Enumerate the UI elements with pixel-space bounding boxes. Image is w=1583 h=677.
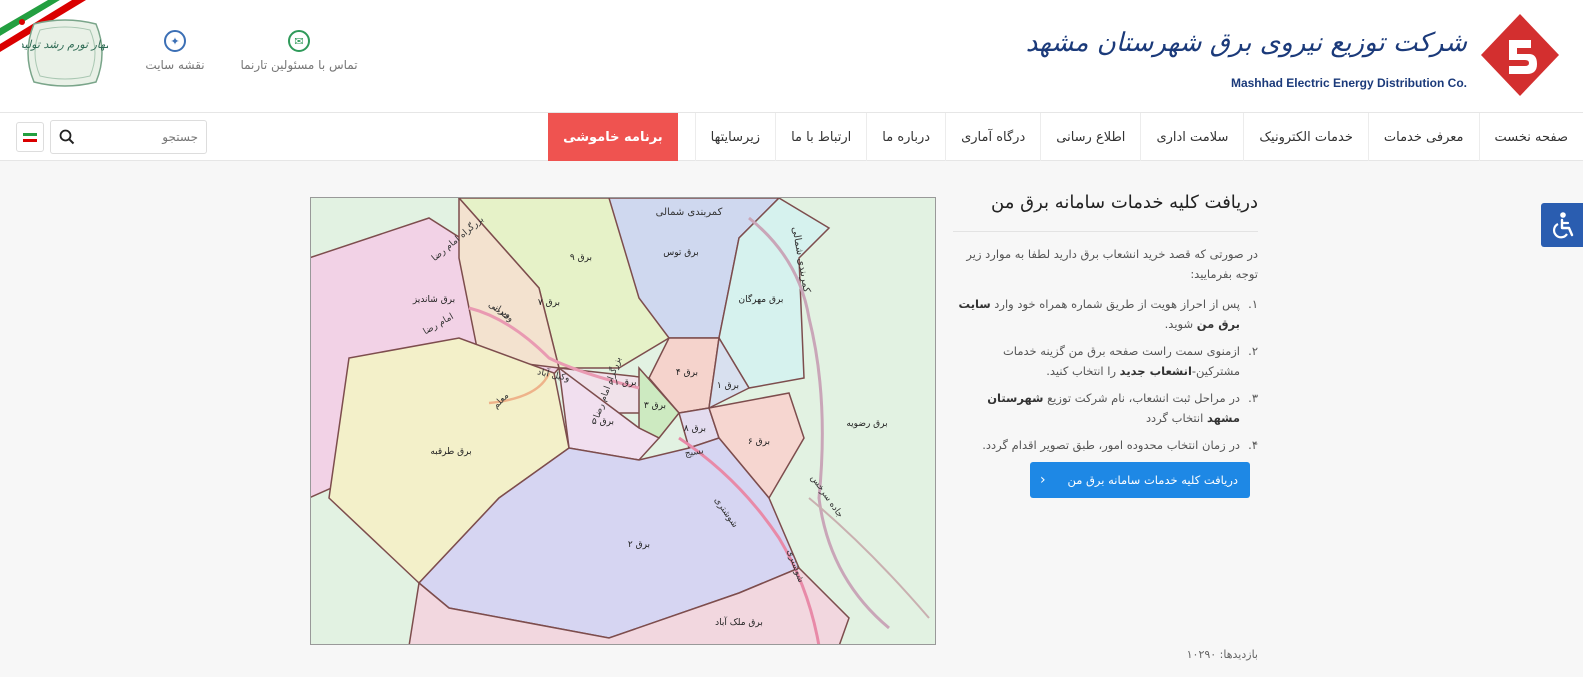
main-nav: صفحه نخست معرفی خدمات خدمات الکترونیک سل… <box>0 113 1583 161</box>
step-item: ۲. ازمنوی سمت راست صفحه برق من گزینه خدما… <box>1002 344 1258 378</box>
my-power-services-button[interactable]: دریافت کلیه خدمات سامانه برق من ‹ <box>1030 462 1250 498</box>
outage-schedule-button[interactable]: برنامه خاموشی <box>548 113 678 161</box>
service-area-map: برق توس برق ۹ برق ۷ برق شاندیز برق مهرگا… <box>310 197 936 645</box>
emblem-text: مهار تورم رشد تولید <box>22 38 108 51</box>
nav-subsites[interactable]: زیرسایتها <box>694 113 775 161</box>
company-name-fa: شرکت توزیع نیروی برق شهرستان مشهد <box>1025 28 1467 58</box>
label-region-6: برق ۶ <box>748 437 770 447</box>
step-item: ۴. در زمان انتخاب محدوده امور، طبق تصویر … <box>982 438 1258 452</box>
search-icon[interactable] <box>57 127 77 147</box>
label-region-torghabeh: برق طرقبه <box>430 447 471 457</box>
cta-label: دریافت کلیه خدمات سامانه برق من <box>1067 473 1238 487</box>
sitemap-label: نقشه سایت <box>145 58 205 72</box>
label-region-9: برق ۹ <box>570 253 592 263</box>
contact-link[interactable]: ✉ تماس با مسئولین تارنما <box>240 30 358 72</box>
label-region-5: برق ۵ <box>592 417 614 427</box>
label-region-7: برق ۷ <box>538 298 560 308</box>
chevron-left-icon: ‹ <box>1040 472 1046 488</box>
nav-admin-health[interactable]: سلامت اداری <box>1140 113 1243 161</box>
label-region-toos: برق توس <box>663 248 698 258</box>
article-title: دریافت کلیه خدمات سامانه برق من <box>953 190 1258 232</box>
accessibility-button[interactable] <box>1541 203 1583 247</box>
nav-about[interactable]: درباره ما <box>866 113 945 161</box>
label-region-mehregan: برق مهرگان <box>739 293 784 305</box>
article-intro: در صورتی که قصد خرید انشعاب برق دارید لط… <box>966 247 1258 281</box>
nav-services-intro[interactable]: معرفی خدمات <box>1367 113 1479 161</box>
step-item: ۱. پس از احراز هویت از طریق شماره همراه خ… <box>958 297 1258 331</box>
label-region-razavieh: برق رضویه <box>846 419 887 429</box>
nav-items: صفحه نخست معرفی خدمات خدمات الکترونیک سل… <box>548 113 1583 161</box>
steps-list: ۱. پس از احراز هویت از طریق شماره همراه خ… <box>953 294 1258 455</box>
nav-news[interactable]: اطلاع رسانی <box>1040 113 1140 161</box>
step-item: ۳. در مراحل ثبت انشعاب، نام شرکت توزیع شه… <box>987 391 1258 425</box>
search-box <box>50 120 207 154</box>
label-region-8: برق ۸ <box>684 424 706 434</box>
article: دریافت کلیه خدمات سامانه برق من در صورتی… <box>953 190 1258 498</box>
campaign-emblem: مهار تورم رشد تولید <box>19 18 111 88</box>
nav-e-services[interactable]: خدمات الکترونیک <box>1243 113 1367 161</box>
contact-label: تماس با مسئولین تارنما <box>240 58 358 72</box>
nav-contact[interactable]: ارتباط با ما <box>775 113 866 161</box>
language-flag-button[interactable] <box>16 122 44 152</box>
contact-icon: ✉ <box>288 30 310 52</box>
sitemap-icon: ✦ <box>164 30 186 52</box>
site-header: مهار تورم رشد تولید ✦ نقشه سایت ✉ تماس ب… <box>0 0 1583 113</box>
label-region-3: برق ۳ <box>644 401 666 411</box>
search-input[interactable] <box>88 122 198 152</box>
top-links: ✦ نقشه سایت ✉ تماس با مسئولین تارنما <box>120 30 358 72</box>
iran-flag-icon <box>23 132 37 142</box>
company-logo-icon <box>1481 14 1559 96</box>
company-name-en: Mashhad Electric Energy Distribution Co. <box>1230 76 1467 90</box>
label-road-kamarbandi-north: کمربندی شمالی <box>656 207 723 218</box>
nav-statistics[interactable]: درگاه آماری <box>945 113 1040 161</box>
visits-label: بازدیدها: <box>1219 648 1258 661</box>
label-region-malekabad: برق ملک آباد <box>715 616 763 628</box>
wheelchair-icon <box>1553 212 1574 239</box>
visit-counter: بازدیدها: ۱۰۲۹۰ <box>1187 648 1258 661</box>
label-region-1: برق ۱ <box>717 381 739 391</box>
label-region-4: برق ۴ <box>676 368 698 378</box>
company-logo[interactable]: شرکت توزیع نیروی برق شهرستان مشهد Mashha… <box>1026 10 1561 102</box>
label-region-2: برق ۲ <box>628 540 650 550</box>
visits-value: ۱۰۲۹۰ <box>1186 648 1217 661</box>
label-region-shandiz: برق شاندیز <box>412 295 455 305</box>
nav-home[interactable]: صفحه نخست <box>1478 113 1583 161</box>
sitemap-link[interactable]: ✦ نقشه سایت <box>120 30 230 72</box>
